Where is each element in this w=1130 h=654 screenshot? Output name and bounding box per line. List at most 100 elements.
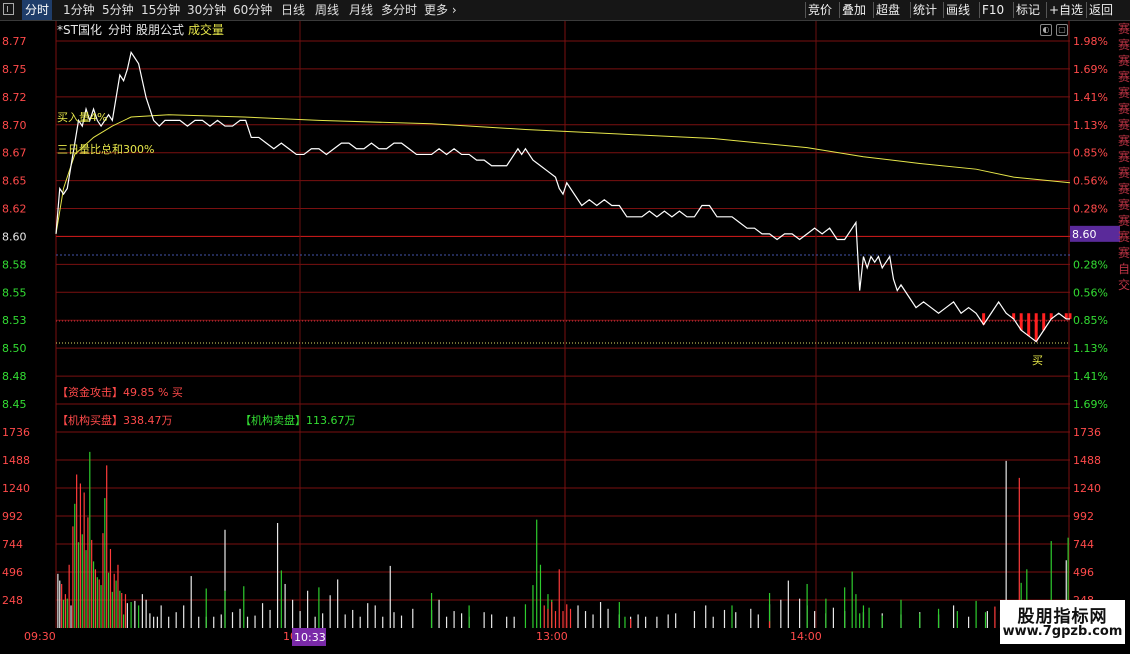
price-axis-label: 8.75 [2, 63, 27, 76]
right-strip-char: 赛 [1118, 22, 1130, 36]
toolbar-button-6[interactable]: 标记 [1016, 0, 1040, 20]
period-tab-2[interactable]: 5分钟 [99, 0, 137, 20]
settings-icon[interactable]: ◐ [1040, 24, 1052, 36]
buy-marker: 买 [1032, 354, 1043, 367]
price-axis-label: 8.48 [2, 370, 27, 383]
toolbar-button-5[interactable]: F10 [982, 0, 1004, 20]
period-tab-4[interactable]: 30分钟 [184, 0, 229, 20]
right-strip-char: 赛 [1118, 134, 1130, 148]
price-axis-label: 8.50 [2, 342, 27, 355]
toolbar-button-7[interactable]: +自选 [1049, 0, 1083, 20]
period-tab-6[interactable]: 日线 [278, 0, 308, 20]
volume-axis-label: 744 [2, 538, 23, 551]
inst-buy-annotation: 【机构买盘】338.47万 [57, 413, 173, 427]
time-cursor-label: 10:33 [294, 631, 326, 644]
right-strip-char: 赛 [1118, 118, 1130, 132]
right-side-panel-edge: 赛赛赛赛赛赛赛赛赛赛赛赛赛赛赛自交 [1118, 21, 1130, 621]
time-axis-label: 09:30 [24, 630, 56, 643]
pct-axis-label: 0.56% [1073, 175, 1108, 188]
pct-axis-label: 1.13% [1073, 342, 1108, 355]
volume-label: 成交量 [187, 23, 224, 37]
volume-axis-label-right: 1488 [1073, 454, 1101, 467]
pct-axis-label: 0.28% [1073, 258, 1108, 271]
chart-mode: 分时 [107, 23, 132, 37]
right-strip-char: 赛 [1118, 214, 1130, 228]
buy-volume-annotation: 买入量4% [57, 111, 107, 124]
volume-axis-label-right: 992 [1073, 510, 1094, 523]
last-price-value: 8.60 [1072, 228, 1097, 241]
period-tab-3[interactable]: 15分钟 [138, 0, 183, 20]
right-strip-char: 赛 [1118, 182, 1130, 196]
price-axis-label: 8.72 [2, 91, 27, 104]
volume-axis-label: 1488 [2, 454, 30, 467]
toolbar-button-4[interactable]: 画线 [946, 0, 970, 20]
pct-axis-label: 1.69% [1073, 63, 1108, 76]
right-strip-char: 赛 [1118, 198, 1130, 212]
price-axis-label: 8.77 [2, 35, 27, 48]
watermark-url: www.7gpzb.com [1002, 624, 1123, 639]
toolbar-separator [943, 2, 944, 18]
avg-price-line [55, 114, 1071, 234]
toolbar-separator [839, 2, 840, 18]
period-tab-7[interactable]: 周线 [312, 0, 342, 20]
time-axis-label: 14:00 [790, 630, 822, 643]
price-line [55, 50, 1070, 343]
period-tab-10[interactable]: 更多 › [421, 0, 460, 20]
price-axis-label: 8.45 [2, 398, 27, 411]
maximize-icon[interactable]: ▢ [1056, 24, 1068, 36]
price-axis-label: 8.62 [2, 203, 27, 216]
period-tab-5[interactable]: 60分钟 [230, 0, 275, 20]
pct-axis-label: 1.13% [1073, 119, 1108, 132]
pct-axis-label: 1.98% [1073, 35, 1108, 48]
toolbar-button-0[interactable]: 竞价 [808, 0, 832, 20]
volume-axis-label: 1736 [2, 426, 30, 439]
right-strip-char: 赛 [1118, 54, 1130, 68]
volume-axis-label-right: 1736 [1073, 426, 1101, 439]
toolbar-separator [910, 2, 911, 18]
toolbar-button-2[interactable]: 超盘 [876, 0, 900, 20]
volume-axis-label-right: 496 [1073, 566, 1094, 579]
toolbar-separator [1046, 2, 1047, 18]
intraday-chart[interactable]: 8.77 1.98% 8.75 1.69% 8.72 1.41% 8.70 1.13% 8.67… [0, 21, 1130, 650]
toolbar-separator [979, 2, 980, 18]
period-tab-0[interactable]: 分时 [22, 0, 53, 20]
toolbar-button-8[interactable]: 返回 [1089, 0, 1113, 20]
toolbar-separator [873, 2, 874, 18]
watermark: 股朋指标网 www.7gpzb.com [1000, 600, 1125, 644]
formula-name[interactable]: 股朋公式 [136, 23, 184, 37]
price-axis-label: 8.58 [2, 258, 27, 271]
volume-axis-label: 248 [2, 594, 23, 607]
price-axis-label: 8.55 [2, 286, 27, 299]
chart-canvas[interactable]: 8.77 1.98% 8.75 1.69% 8.72 1.41% 8.70 1.13% 8.67… [0, 21, 1130, 650]
volume-axis-label-right: 744 [1073, 538, 1094, 551]
right-strip-char: 赛 [1118, 70, 1130, 84]
period-tab-8[interactable]: 月线 [346, 0, 376, 20]
right-strip-char: 交 [1118, 278, 1130, 292]
stock-name[interactable]: *ST国化 [57, 23, 102, 37]
price-axis-label: 8.70 [2, 119, 27, 132]
pct-axis-label: 0.56% [1073, 286, 1108, 299]
price-axis-label: 8.53 [2, 314, 27, 327]
toolbar-separator [1013, 2, 1014, 18]
pct-axis-label: 1.41% [1073, 370, 1108, 383]
right-strip-char: 赛 [1118, 246, 1130, 260]
toolbar-button-1[interactable]: 叠加 [842, 0, 866, 20]
right-strip-char: 赛 [1118, 166, 1130, 180]
window-menu-icon[interactable] [3, 3, 14, 15]
volume-axis-label: 496 [2, 566, 23, 579]
period-tab-1[interactable]: 1分钟 [60, 0, 98, 20]
toolbar: 分时 1分钟 5分钟 15分钟 30分钟 60分钟 日线 周线 月线 多分时 更多 › 竞价 叠加 超盘… [0, 0, 1130, 21]
price-axis-label: 8.65 [2, 175, 27, 188]
right-strip-char: 赛 [1118, 86, 1130, 100]
time-axis-label: 13:00 [536, 630, 568, 643]
volume-axis-label: 992 [2, 510, 23, 523]
volume-axis-label: 1240 [2, 482, 30, 495]
period-tab-9[interactable]: 多分时 [378, 0, 420, 20]
toolbar-button-3[interactable]: 统计 [913, 0, 937, 20]
right-strip-char: 赛 [1118, 38, 1130, 52]
pct-axis-label: 0.85% [1073, 314, 1108, 327]
volume-axis-label-right: 1240 [1073, 482, 1101, 495]
pct-axis-label: 0.28% [1073, 203, 1108, 216]
right-strip-char: 赛 [1118, 102, 1130, 116]
toolbar-separator [1086, 2, 1087, 18]
